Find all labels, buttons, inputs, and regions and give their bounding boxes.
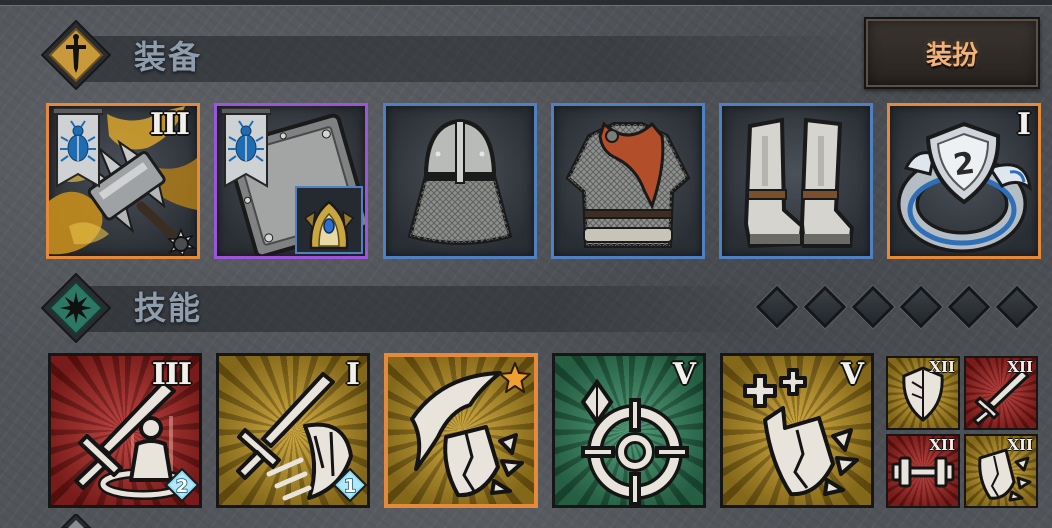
equipment-slot-ring[interactable]: 2 I — [887, 103, 1041, 259]
gold-armor-icon — [303, 200, 355, 250]
passive-skill-4[interactable]: XII — [964, 434, 1038, 508]
skill-point-diamond-icon — [803, 285, 847, 329]
skill-slot-5[interactable]: V — [720, 353, 874, 508]
level-badge-number: 2 — [176, 476, 189, 497]
skill-point-diamond-icon — [947, 285, 991, 329]
skill-slot-4[interactable]: V — [552, 353, 706, 508]
dress-up-button[interactable]: 装扮 — [864, 17, 1040, 89]
chainmail-armor-icon — [565, 121, 691, 248]
inset-item — [295, 186, 363, 254]
level-badge: 1 — [333, 468, 367, 502]
equipment-slot-boots[interactable] — [719, 103, 873, 259]
star-icon — [40, 272, 112, 344]
skill-slot-2[interactable]: I 1 — [216, 353, 370, 508]
next-section-icon — [60, 514, 92, 528]
tier-numeral: III — [149, 107, 190, 142]
character-panel: 装备 装扮 III 2 I 技能 III 2 I 1 V V XII XII X… — [0, 0, 1052, 528]
tier-numeral: V — [840, 357, 864, 392]
top-border — [0, 0, 1052, 6]
tier-numeral: V — [672, 357, 696, 392]
skill-point-diamond-icon — [995, 285, 1039, 329]
banner-beetle-icon — [53, 108, 103, 188]
favorite-star-icon — [499, 362, 531, 393]
passive-skill-2[interactable]: XII — [964, 356, 1038, 430]
skills-title: 技能 — [134, 289, 203, 327]
tier-numeral: XII — [929, 358, 955, 376]
level-badge: 2 — [165, 468, 199, 502]
sword-icon — [40, 19, 112, 91]
helmet-icon — [407, 118, 513, 245]
skill-point-diamond-icon — [899, 285, 943, 329]
equipment-slot-shield[interactable] — [214, 103, 368, 259]
tier-numeral: III — [151, 357, 192, 392]
passive-skill-1[interactable]: XII — [886, 356, 960, 430]
skill-point-diamond-icon — [851, 285, 895, 329]
equipment-slot-weapon[interactable]: III — [46, 103, 200, 259]
tier-numeral: XII — [1007, 358, 1033, 376]
tier-numeral: I — [1016, 107, 1031, 142]
tier-numeral: XII — [929, 436, 955, 454]
tier-numeral: I — [345, 357, 360, 392]
skill-slot-3[interactable] — [384, 353, 538, 508]
passive-skill-3[interactable]: XII — [886, 434, 960, 508]
equipment-slot-helmet[interactable] — [383, 103, 537, 259]
banner-beetle-icon — [221, 108, 271, 188]
dress-up-button-label: 装扮 — [925, 40, 978, 71]
skill-slot-1[interactable]: III 2 — [48, 353, 202, 508]
equipment-title: 装备 — [134, 38, 203, 76]
boots-icon — [743, 117, 855, 249]
equipment-slot-armor[interactable] — [551, 103, 705, 259]
tier-numeral: XII — [1007, 436, 1033, 454]
skill-point-diamond-icon — [755, 285, 799, 329]
level-badge-number: 1 — [344, 476, 357, 497]
emblem-ring-icon: 2 — [897, 121, 1032, 253]
